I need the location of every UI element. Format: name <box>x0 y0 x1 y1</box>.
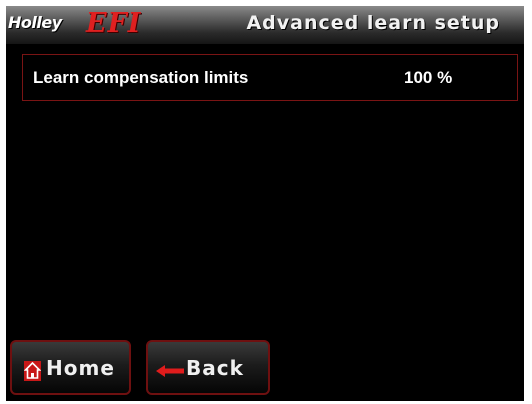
setting-row-learn-compensation-limits[interactable]: Learn compensation limits 100 % <box>22 54 518 101</box>
holley-efi-logo: Holley EFI <box>8 8 158 41</box>
logo-efi-text: EFI <box>86 8 142 39</box>
title-bar: Holley EFI Advanced learn setup <box>6 6 524 44</box>
display-screen: Holley EFI Advanced learn setup Learn co… <box>6 6 524 401</box>
page-title: Advanced learn setup <box>246 12 500 34</box>
setting-label: Learn compensation limits <box>33 68 249 87</box>
home-button-label: Home <box>46 356 115 380</box>
home-icon <box>24 361 41 381</box>
back-button-label: Back <box>186 356 244 380</box>
left-arrow-icon <box>156 365 184 377</box>
setting-value[interactable]: 100 % <box>404 68 452 88</box>
logo-holley-text: Holley <box>8 13 62 32</box>
back-button[interactable]: Back <box>146 340 270 395</box>
home-button[interactable]: Home <box>10 340 131 395</box>
